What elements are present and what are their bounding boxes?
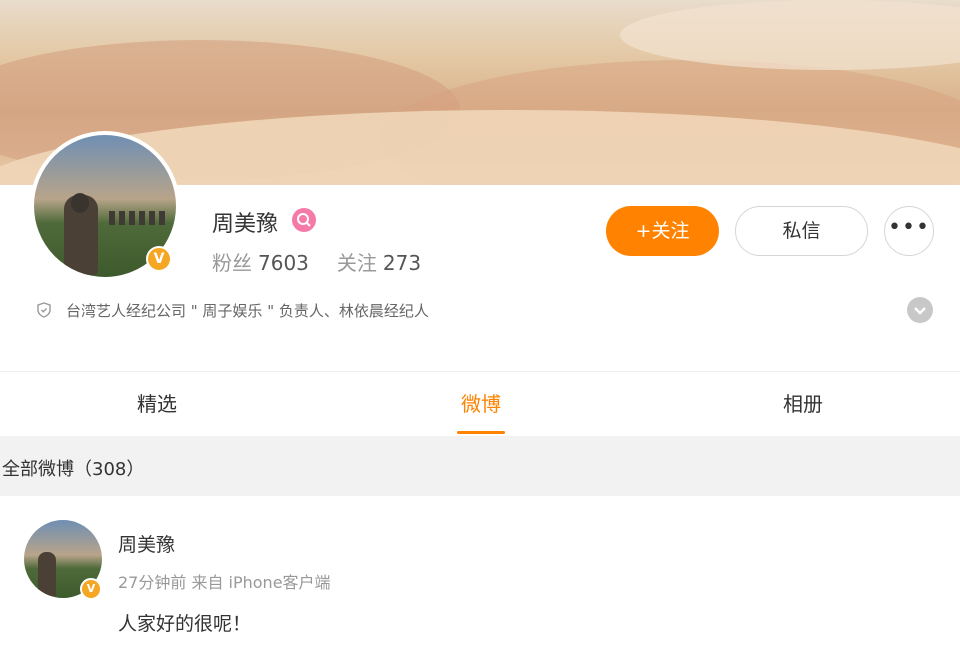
tab-weibo[interactable]: 微博 <box>381 372 581 436</box>
level-icon[interactable] <box>292 208 316 232</box>
verified-badge-icon: V <box>146 246 172 272</box>
tab-album[interactable]: 相册 <box>703 372 903 436</box>
profile-tabs: 精选 微博 相册 <box>0 372 960 436</box>
profile-name: 周美豫 <box>212 212 279 237</box>
more-button[interactable]: ••• <box>884 206 934 256</box>
post-text: 人家好的很呢！ <box>118 613 252 635</box>
tab-featured[interactable]: 精选 <box>57 372 257 436</box>
chevron-down-icon[interactable] <box>907 297 933 323</box>
verified-badge-icon: V <box>80 578 102 600</box>
shield-icon <box>36 302 52 318</box>
intro-text: 台湾艺人经纪公司 " 周子娱乐 " 负责人、林依晨经纪人 <box>66 302 429 320</box>
post-author[interactable]: 周美豫 <box>118 530 175 557</box>
following-label[interactable]: 关注 <box>337 251 377 275</box>
message-button[interactable]: 私信 <box>735 206 868 256</box>
active-tab-indicator <box>457 431 505 434</box>
fans-count[interactable]: 7603 <box>258 251 309 275</box>
post-meta: 27分钟前 来自 iPhone客户端 <box>118 573 331 592</box>
fans-label[interactable]: 粉丝 <box>212 251 252 275</box>
all-posts-title[interactable]: 全部微博（308） <box>2 455 144 481</box>
follow-button[interactable]: +关注 <box>606 206 719 256</box>
profile-stats: 粉丝 7603 关注 273 <box>212 247 449 276</box>
following-count[interactable]: 273 <box>383 251 421 275</box>
profile-intro: 台湾艺人经纪公司 " 周子娱乐 " 负责人、林依晨经纪人 <box>36 300 429 321</box>
